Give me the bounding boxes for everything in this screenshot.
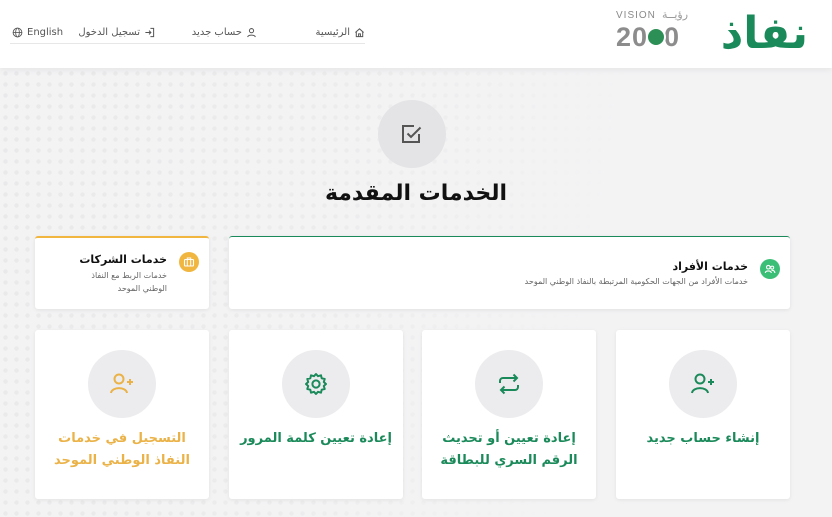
service-reset-card-pin[interactable]: إعادة تعيين أو تحديث الرقم السري للبطاقة [422,330,596,499]
nav-new-account-label: حساب جديد [191,26,242,38]
tab-company-services[interactable]: خدمات الشركات خدمات الربط مع النفاذ الوط… [35,236,209,309]
vision-label: VISION [616,10,656,21]
tab-companies-title: خدمات الشركات [79,253,167,266]
nav-home-link[interactable]: الرئيسية [316,23,365,41]
service-reset-password-label: إعادة تعيين كلمة المرور [240,431,392,446]
nav-home-label: الرئيسية [315,26,350,38]
login-icon [145,27,155,37]
add-user-icon [669,350,737,418]
briefcase-icon [179,252,199,272]
service-register-nafath[interactable]: التسجيل في خدمات النفاذ الوطني الموحد [35,330,209,499]
repeat-icon [475,350,543,418]
page-title: الخدمات المقدمة [324,181,508,206]
top-navigation: الرئيسية حساب جديد تسجيل الدخول English [10,20,365,44]
vision-2030-logo: VISION رؤيــة 2030 [616,8,706,54]
tab-individuals-description: خدمات الأفراد من الجهات الحكومية المرتبط… [524,277,748,286]
nav-login-link[interactable]: تسجيل الدخول [78,23,155,41]
home-icon [355,27,364,37]
tab-individual-services[interactable]: خدمات الأفراد خدمات الأفراد من الجهات ال… [229,236,790,309]
user-icon [247,27,256,37]
tab-individuals-title: خدمات الأفراد [672,260,748,273]
nav-new-account-link[interactable]: حساب جديد [192,23,257,41]
service-reset-card-pin-label: إعادة تعيين أو تحديث الرقم السري للبطاقة [440,431,578,468]
service-reset-password[interactable]: إعادة تعيين كلمة المرور [229,330,403,499]
service-create-account-label: إنشاء حساب جديد [646,431,760,446]
users-icon [760,259,780,279]
tab-companies-description: خدمات الربط مع النفاذ الوطني الموحد [91,271,167,293]
globe-icon [12,27,23,37]
gear-icon [282,350,350,418]
language-label: English [27,26,64,38]
palm-emblem-icon [646,27,666,47]
add-user-icon [88,350,156,418]
vision-script: رؤيــة [662,8,689,21]
nafath-logo[interactable]: نفاذ [721,10,809,58]
service-create-account[interactable]: إنشاء حساب جديد [616,330,790,499]
checkbox-edit-icon [402,125,422,143]
service-register-nafath-label: التسجيل في خدمات النفاذ الوطني الموحد [54,431,190,468]
nav-login-label: تسجيل الدخول [78,26,140,38]
site-header: نفاذ VISION رؤيــة 2030 الرئيسية حساب جد… [0,0,832,68]
language-switch[interactable]: English [12,23,63,41]
services-hero-icon [378,100,446,168]
